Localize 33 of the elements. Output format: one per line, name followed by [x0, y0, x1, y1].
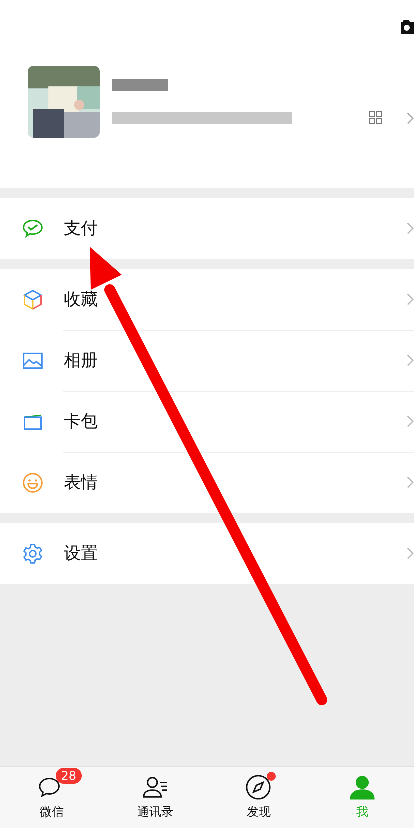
chevron-icon — [407, 476, 414, 489]
menu-item[interactable]: 收藏 — [0, 269, 414, 330]
unread-count: 28 — [56, 768, 82, 784]
tab[interactable]: 通讯录 — [104, 767, 207, 828]
menu-label: 收藏 — [64, 289, 99, 311]
menu-label: 表情 — [64, 472, 99, 494]
tab[interactable]: 28 微信 — [0, 767, 104, 828]
menu-label: 支付 — [64, 218, 99, 240]
chat-check-icon — [22, 218, 44, 240]
menu-label: 相册 — [64, 350, 99, 372]
menu-item[interactable]: 卡包 — [0, 391, 414, 452]
menu-item[interactable]: 表情 — [0, 452, 414, 513]
chevron-icon — [407, 547, 414, 560]
camera-icon[interactable] — [398, 20, 414, 34]
pixelated-name — [112, 79, 168, 91]
person-icon — [348, 774, 376, 801]
compass-icon — [245, 774, 272, 801]
contacts-icon — [142, 774, 169, 801]
smiley-icon — [22, 472, 44, 494]
chevron-icon — [407, 354, 414, 367]
tab[interactable]: 发现 — [207, 767, 310, 828]
chevron-icon — [407, 222, 414, 235]
menu-item[interactable]: 相册 — [0, 330, 414, 391]
chevron-icon — [407, 415, 414, 428]
cube-icon — [22, 288, 44, 310]
chevron-icon — [407, 293, 414, 306]
menu-label: 卡包 — [64, 411, 99, 433]
chevron-icon — [407, 112, 414, 124]
qr-code-icon[interactable] — [369, 111, 383, 125]
menu-item[interactable]: 支付 — [0, 198, 414, 259]
menu-item[interactable]: 设置 — [0, 523, 414, 584]
menu-label: 设置 — [64, 543, 99, 565]
settings-icon — [22, 542, 44, 564]
